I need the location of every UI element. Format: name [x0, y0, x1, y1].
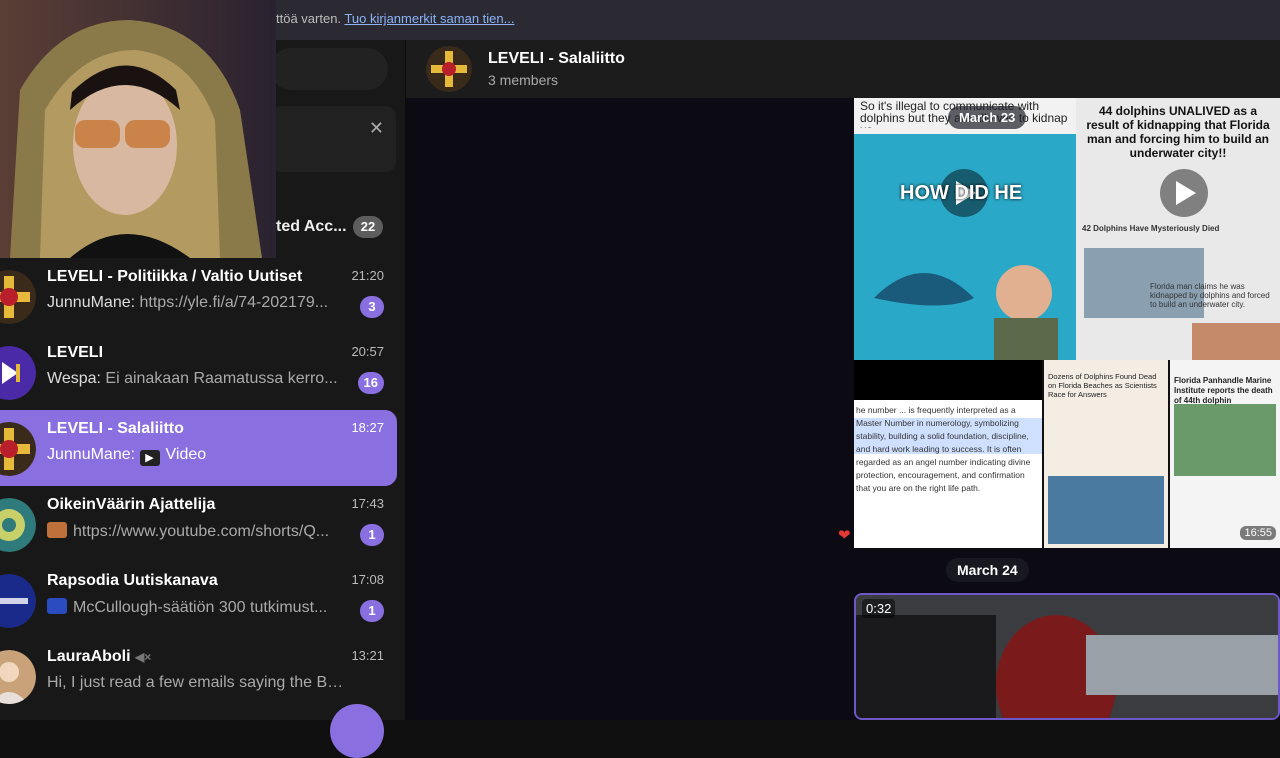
search-input[interactable] [270, 48, 388, 90]
muted-icon: ◀× [135, 650, 152, 664]
news-headline-2: Florida Panhandle Marine Institute repor… [1174, 376, 1273, 405]
archive-count-badge: 22 [353, 216, 383, 238]
chat-item-salaliitto[interactable]: LEVELI - Salaliitto 18:27 JunnuMane: ▶ Vi… [0, 410, 397, 486]
import-bookmarks-link[interactable]: Tuo kirjanmerkit saman tien... [344, 11, 514, 26]
unread-badge: 3 [360, 296, 384, 318]
chat-time: 18:27 [351, 420, 384, 435]
unread-badge: 1 [360, 600, 384, 622]
chat-preview: Wespa: Ei ainakaan Raamatussa kerro... [47, 370, 338, 387]
video-message[interactable]: 0:32 [854, 593, 1280, 720]
chat-item-oikeinvaarin[interactable]: OikeinVäärin Ajattelija 17:43 https://ww… [0, 486, 397, 562]
webcam-overlay [0, 0, 276, 258]
avatar [0, 422, 36, 476]
group-avatar [426, 46, 472, 92]
chat-item-leveli[interactable]: LEVELI 20:57 Wespa: Ei ainakaan Raamatus… [0, 334, 397, 410]
avatar [0, 346, 36, 400]
unread-badge: 1 [360, 524, 384, 546]
close-icon[interactable]: ✕ [369, 118, 384, 139]
video-duration: 0:32 [862, 599, 896, 618]
video-thumbnail [856, 595, 1278, 718]
chat-preview: Hi, I just read a few emails saying the … [47, 674, 347, 691]
media-album[interactable]: So it's illegal to communicate with dolp… [854, 98, 1280, 548]
thumbnail-icon [47, 522, 67, 538]
chat-item-politiikka[interactable]: LEVELI - Politiikka / Valtio Uutiset 21:… [0, 258, 397, 334]
chat-time: 17:08 [351, 572, 384, 587]
chat-title: LEVELI - Salaliitto [488, 50, 625, 67]
unread-badge: 16 [357, 372, 384, 394]
flag-icon [47, 598, 67, 614]
date-separator-march-23: March 23 [948, 106, 1027, 129]
chat-name: LEVELI - Salaliitto [47, 420, 184, 437]
chat-item-lauraaboli[interactable]: LauraAboli ◀× 13:21 Hi, I just read a fe… [0, 638, 397, 714]
archived-accounts-label[interactable]: ted Acc... [276, 218, 347, 236]
heart-reaction-icon[interactable]: ❤ [838, 526, 851, 544]
avatar [0, 498, 36, 552]
chat-header[interactable]: LEVELI - Salaliitto 3 members [406, 40, 1280, 98]
chat-item-rapsodia[interactable]: Rapsodia Uutiskanava 17:08 McCullough-sä… [0, 562, 397, 638]
chat-name: LEVELI - Politiikka / Valtio Uutiset [47, 268, 303, 285]
chat-preview: JunnuMane: ▶ Video [47, 446, 207, 466]
chat-time: 17:43 [351, 496, 384, 511]
chat-time: 20:57 [351, 344, 384, 359]
member-count: 3 members [488, 72, 559, 88]
chat-name: OikeinVäärin Ajattelija [47, 496, 216, 513]
chat-name: LauraAboli ◀× [47, 648, 152, 665]
chat-name: Rapsodia Uutiskanava [47, 572, 218, 589]
streamer-image [0, 0, 276, 258]
bookmarks-hint: ttöä varten. Tuo kirjanmerkit saman tien… [276, 11, 515, 26]
tiktok-overlay-text: HOW DID HE [900, 182, 1023, 204]
chat-time: 13:21 [351, 648, 384, 663]
news-headline-1: Dozens of Dolphins Found Dead on Florida… [1048, 372, 1157, 399]
avatar [0, 574, 36, 628]
dolphin-caption: 44 dolphins UNALIVED as a result of kidn… [1086, 104, 1270, 160]
avatar [0, 650, 36, 704]
sidebar-banner: ✕ [272, 106, 396, 172]
chat-preview: McCullough-säätiön 300 tutkimust... [47, 598, 347, 617]
chat-preview: JunnuMane: https://yle.fi/a/74-202179... [47, 294, 329, 311]
new-message-button[interactable] [330, 704, 384, 758]
florida-caption: Florida man claims he was kidnapped by d… [1150, 282, 1270, 309]
dolphin-subheading: 42 Dolphins Have Mysteriously Died [1082, 224, 1220, 233]
avatar [0, 270, 36, 324]
chat-preview: https://www.youtube.com/shorts/Q... [47, 522, 347, 541]
chat-time: 21:20 [351, 268, 384, 283]
date-separator-march-24: March 24 [946, 558, 1029, 582]
numerology-text: he number ... is frequently interpreted … [856, 405, 1031, 493]
album-time: 16:55 [1240, 526, 1276, 540]
chat-area: So it's illegal to communicate with dolp… [406, 98, 1280, 720]
chat-name: LEVELI [47, 344, 104, 361]
video-icon: ▶ [139, 450, 160, 466]
